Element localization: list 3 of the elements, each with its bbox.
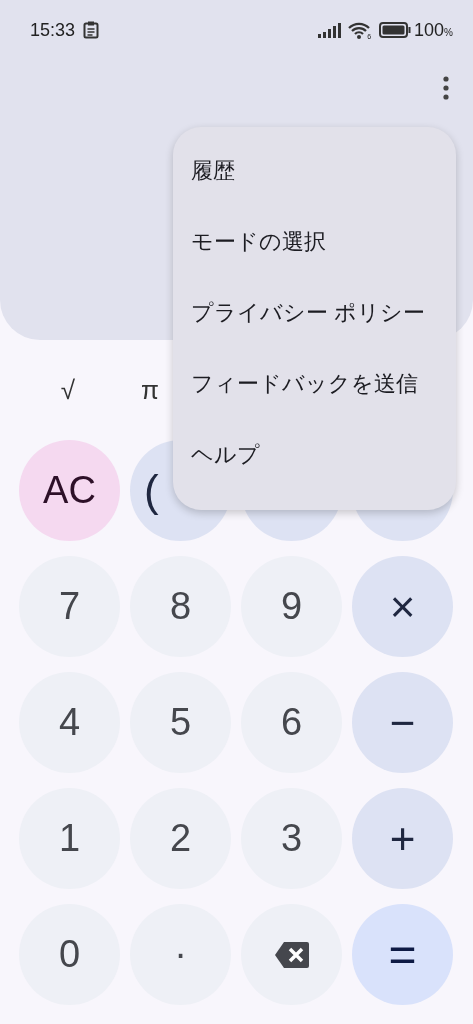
battery-unit: %: [444, 26, 453, 38]
battery-level: 100: [414, 19, 445, 41]
clock: 15:33: [30, 19, 76, 41]
